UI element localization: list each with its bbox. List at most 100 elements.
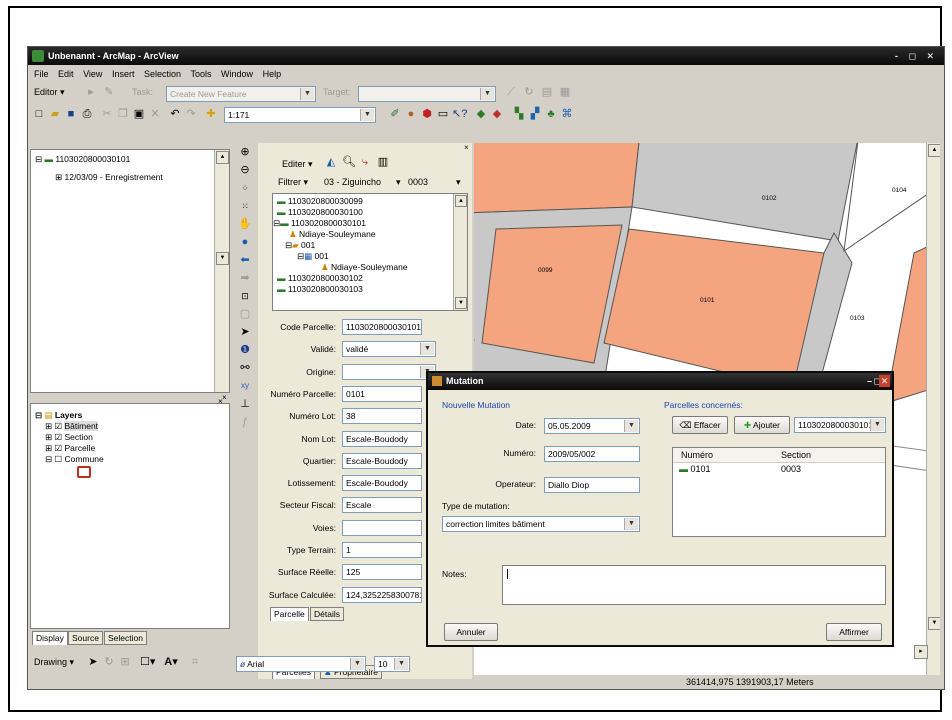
plugin-b-icon[interactable]: ◆: [490, 107, 504, 121]
map-scale-select[interactable]: 1:171 ▼: [224, 107, 376, 123]
plugin-f-icon[interactable]: ⌘: [560, 107, 574, 121]
form-field[interactable]: 125: [342, 564, 422, 580]
split-tool-icon[interactable]: ⟋: [504, 85, 518, 99]
task-select[interactable]: Create New Feature ▼: [166, 86, 316, 102]
tree-node[interactable]: ♟ Ndiaye-Souleymane: [289, 229, 376, 240]
menu-edit[interactable]: Edit: [58, 69, 74, 79]
tab-display[interactable]: Display: [32, 631, 68, 645]
pan-hand-icon[interactable]: ✋: [238, 217, 252, 231]
toolbox-red-icon[interactable]: ⬢: [420, 107, 434, 121]
layer-parcelle[interactable]: ⊞ ☑ Parcelle: [45, 443, 95, 454]
zoom-whole-page-icon[interactable]: ⊞: [118, 655, 132, 669]
filter-code[interactable]: 0003: [408, 177, 428, 187]
clear-selection-icon[interactable]: ▢: [238, 307, 252, 321]
checkbox-checked-icon[interactable]: ☑: [54, 443, 62, 453]
target-select[interactable]: ▼: [358, 86, 496, 102]
form-field[interactable]: validé ▼: [342, 341, 436, 357]
scroll-down-icon[interactable]: ▼: [455, 297, 467, 309]
cut-icon[interactable]: ✂: [100, 107, 114, 121]
checkbox-checked-icon[interactable]: ☑: [54, 432, 62, 442]
drawing-menu[interactable]: Drawing ▾: [34, 657, 74, 668]
checkbox-unchecked-icon[interactable]: ☐: [54, 454, 62, 464]
tab-details[interactable]: Détails: [310, 607, 344, 621]
redo-icon[interactable]: ↷: [184, 107, 198, 121]
plugin-a-icon[interactable]: ◆: [474, 107, 488, 121]
mutation-dialog-title-bar[interactable]: Mutation – ◻ ✕: [428, 373, 892, 390]
fixed-zoom-in-icon[interactable]: ⁘: [238, 181, 252, 195]
measure-icon[interactable]: ⊥: [238, 397, 252, 411]
menu-selection[interactable]: Selection: [144, 69, 181, 79]
tree-node[interactable]: ▬ 1103020800030103: [277, 284, 363, 294]
operateur-input[interactable]: Diallo Diop: [544, 477, 640, 493]
date-picker[interactable]: 05.05.2009 ▼: [544, 418, 640, 434]
form-field[interactable]: [342, 520, 422, 536]
form-field[interactable]: 1103020800030101: [342, 319, 422, 335]
copy-icon[interactable]: ❐: [116, 107, 130, 121]
type-mutation-select[interactable]: correction limites bâtiment ▼: [442, 516, 640, 532]
zoom-in-icon[interactable]: ⊕: [238, 145, 252, 159]
edit-vertices-icon[interactable]: ⌗: [188, 655, 202, 669]
menu-tools[interactable]: Tools: [191, 69, 212, 79]
select-elements-icon[interactable]: ➤: [238, 325, 252, 339]
notes-textarea[interactable]: [502, 565, 886, 605]
checkbox-checked-icon[interactable]: ☑: [54, 421, 62, 431]
identify-icon[interactable]: ❶: [238, 343, 252, 357]
select-tool-icon[interactable]: ◭: [324, 155, 338, 169]
window-controls[interactable]: - ◻ ✕: [895, 47, 938, 65]
font-select[interactable]: ø Arial ▼: [236, 656, 366, 672]
rotate-element-icon[interactable]: ↻: [102, 655, 116, 669]
numero-input[interactable]: 2009/05/002: [544, 446, 640, 462]
column-header-numero[interactable]: Numéro: [681, 450, 713, 460]
tab-selection[interactable]: Selection: [104, 631, 147, 645]
scroll-up-icon[interactable]: ▲: [216, 151, 229, 164]
editor-panel-close-icon[interactable]: ×: [464, 143, 469, 152]
paste-icon[interactable]: ▣: [132, 107, 146, 121]
minimize-icon[interactable]: –: [867, 373, 872, 390]
form-field[interactable]: Escale-Boudody: [342, 475, 422, 491]
zoom-out-icon[interactable]: ⊖: [238, 163, 252, 177]
add-data-icon[interactable]: ✚: [204, 107, 218, 121]
arctoolbox-icon[interactable]: ●: [404, 107, 418, 121]
full-extent-globe-icon[interactable]: ●: [238, 235, 252, 249]
tab-parcelle[interactable]: Parcelle: [270, 607, 309, 621]
tree-node[interactable]: ⊟▬ 1103020800030101: [273, 218, 366, 229]
sketch-tool-icon[interactable]: ✎: [102, 85, 116, 99]
whats-this-icon[interactable]: ↖?: [452, 107, 467, 121]
form-field[interactable]: Escale-Boudody: [342, 431, 422, 447]
font-size-select[interactable]: 10 ▼: [374, 656, 410, 672]
toc-top-scrollbar[interactable]: ▲ ▼: [214, 150, 229, 392]
column-header-section[interactable]: Section: [781, 450, 811, 460]
affirmer-button[interactable]: Affirmer: [826, 623, 882, 641]
form-field[interactable]: 0101: [342, 386, 422, 402]
find-binoculars-icon[interactable]: ⚯: [238, 361, 252, 375]
form-field[interactable]: Escale: [342, 497, 422, 513]
parcel-polygon[interactable]: [603, 228, 825, 390]
plugin-e-icon[interactable]: ♣: [544, 107, 558, 121]
select-pointer-icon[interactable]: ➤: [86, 655, 100, 669]
editor-toolbar-icon[interactable]: ✐: [388, 107, 402, 121]
form-field[interactable]: 124,3252258300781: [342, 587, 422, 603]
tab-source[interactable]: Source: [68, 631, 103, 645]
save-icon[interactable]: ■: [64, 107, 78, 121]
rotate-tool-icon[interactable]: ↻: [522, 85, 536, 99]
editor-menu[interactable]: Editor ▾: [34, 87, 65, 98]
attributes-icon[interactable]: ▤: [540, 85, 554, 99]
delete-icon[interactable]: ✕: [148, 107, 162, 121]
hyperlink-icon[interactable]: ƒ: [238, 415, 252, 429]
tree-node[interactable]: ▬ 1103020800030099: [277, 196, 363, 206]
map-scrollbar[interactable]: ▲ ▼: [926, 143, 940, 675]
edit-menu[interactable]: Editer ▾: [282, 159, 313, 170]
forward-extent-icon[interactable]: ➡: [238, 271, 252, 285]
menu-file[interactable]: File: [34, 69, 49, 79]
parcel-select[interactable]: 1103020800030101 ▼: [794, 417, 886, 433]
parcel-polygon[interactable]: [474, 143, 640, 214]
back-extent-icon[interactable]: ⬅: [238, 253, 252, 267]
ajouter-button[interactable]: ✚ Ajouter: [734, 416, 790, 434]
parcel-polygon[interactable]: [631, 143, 859, 242]
rectangle-tool-icon[interactable]: ☐▾: [140, 655, 155, 669]
toc-child-node[interactable]: ⊞ 12/03/09 - Enregistrement: [55, 172, 163, 183]
scroll-down-icon[interactable]: ▼: [216, 252, 229, 265]
zoom-to-icon[interactable]: ⤷: [358, 155, 372, 169]
form-field[interactable]: Escale-Boudody: [342, 453, 422, 469]
edit-tool-icon[interactable]: ▸: [84, 85, 98, 99]
